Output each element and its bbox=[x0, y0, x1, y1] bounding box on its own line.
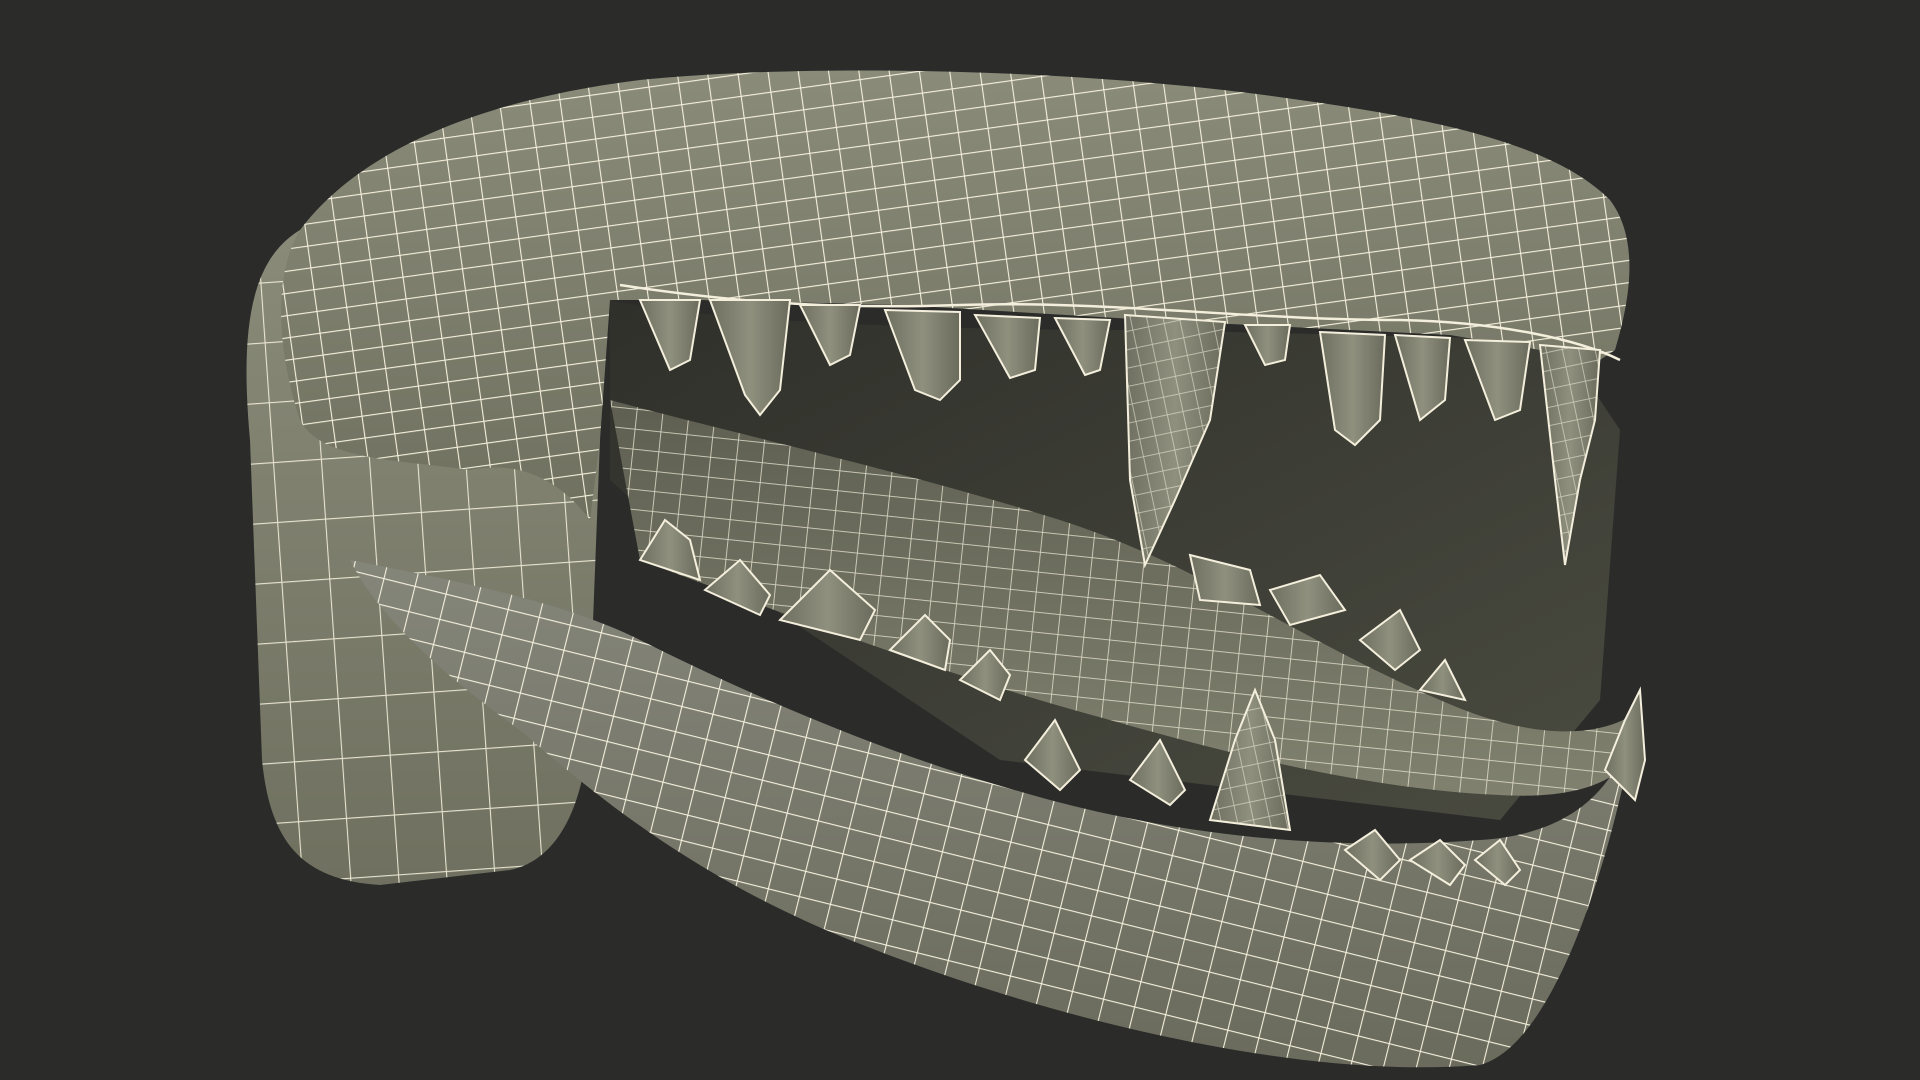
wireframe-render bbox=[0, 0, 1920, 1080]
render-viewport bbox=[0, 0, 1920, 1080]
